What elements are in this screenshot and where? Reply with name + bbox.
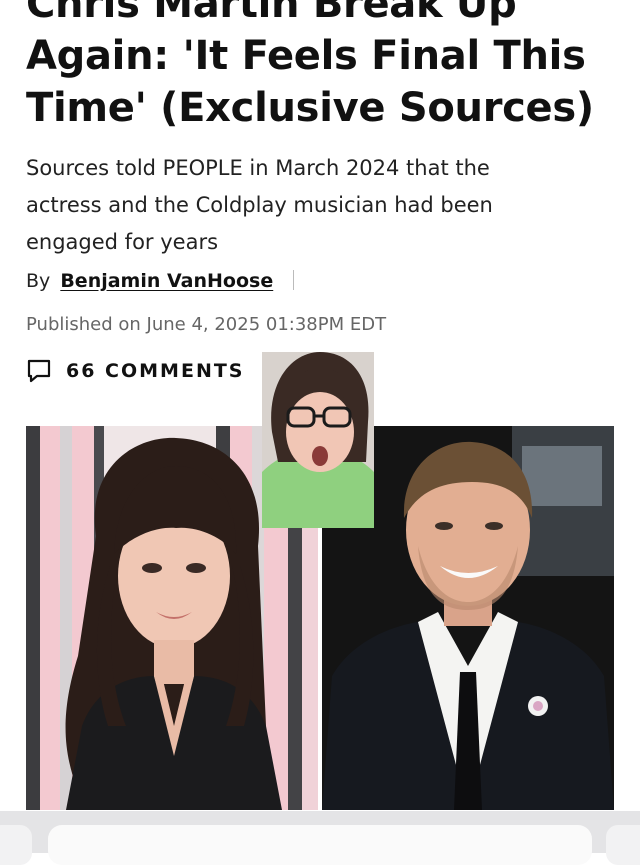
comments-button[interactable]: 66 COMMENTS (26, 358, 245, 384)
subheadline-line: Sources told PEOPLE in March 2024 that t… (26, 156, 490, 180)
byline-divider (293, 270, 295, 290)
byline: By Benjamin VanHoose (26, 270, 295, 292)
published-date: Published on June 4, 2025 01:38PM EDT (26, 314, 387, 335)
article-subheadline: Sources told PEOPLE in March 2024 that t… (26, 150, 606, 261)
author-link[interactable]: Benjamin VanHoose (60, 270, 273, 292)
tabs-button[interactable] (0, 825, 32, 865)
subheadline-line: actress and the Coldplay musician had be… (26, 193, 493, 217)
video-overlay[interactable] (262, 352, 374, 528)
speech-bubble-icon (27, 359, 51, 383)
share-button[interactable] (606, 825, 640, 865)
article-headline: Chris Martin Break Up Again: 'It Feels F… (26, 0, 626, 134)
address-bar[interactable] (48, 825, 592, 865)
headline-line: Chris Martin Break Up (26, 0, 517, 27)
headline-line: Again: 'It Feels Final This (26, 33, 586, 79)
headline-line: Time' (Exclusive Sources) (26, 85, 594, 131)
subheadline-line: engaged for years (26, 230, 219, 254)
comments-count: 66 COMMENTS (66, 360, 245, 382)
byline-prefix: By (26, 270, 51, 292)
